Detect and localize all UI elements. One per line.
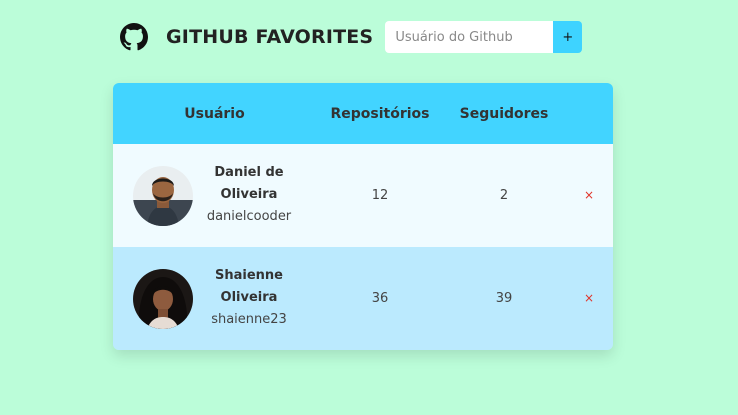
search-input[interactable] — [385, 21, 554, 53]
page-title: GITHUB FAVORITES — [166, 26, 374, 48]
followers-count: 2 — [499, 188, 509, 203]
column-header-repositories: Repositórios — [330, 105, 430, 122]
search-form: + — [385, 21, 583, 53]
add-favorite-button[interactable]: + — [553, 21, 583, 53]
remove-button[interactable]: × — [579, 287, 599, 309]
favorites-table: Usuário Repositórios Seguidores Daniel d… — [113, 83, 613, 350]
repositories-count: 36 — [371, 291, 389, 306]
table-header: Usuário Repositórios Seguidores — [113, 83, 613, 144]
user-info: Daniel de Oliveira danielcooder — [197, 162, 301, 227]
repositories-count: 12 — [371, 188, 389, 203]
avatar — [133, 269, 193, 329]
user-login: danielcooder — [206, 209, 292, 224]
table-row: Shaienne Oliveira shaienne23 36 39 × — [113, 247, 613, 350]
column-header-followers: Seguidores — [459, 105, 549, 122]
user-info: Shaienne Oliveira shaienne23 — [197, 265, 301, 330]
followers-count: 39 — [495, 291, 513, 306]
user-name: Daniel de Oliveira — [214, 165, 284, 202]
user-login: shaienne23 — [211, 312, 287, 327]
header: GITHUB FAVORITES + — [120, 20, 583, 54]
user-name: Shaienne Oliveira — [215, 268, 283, 305]
avatar — [133, 166, 193, 226]
column-header-user: Usuário — [184, 105, 245, 122]
table-row: Daniel de Oliveira danielcooder 12 2 × — [113, 144, 613, 247]
github-icon — [120, 23, 148, 51]
remove-button[interactable]: × — [579, 184, 599, 206]
